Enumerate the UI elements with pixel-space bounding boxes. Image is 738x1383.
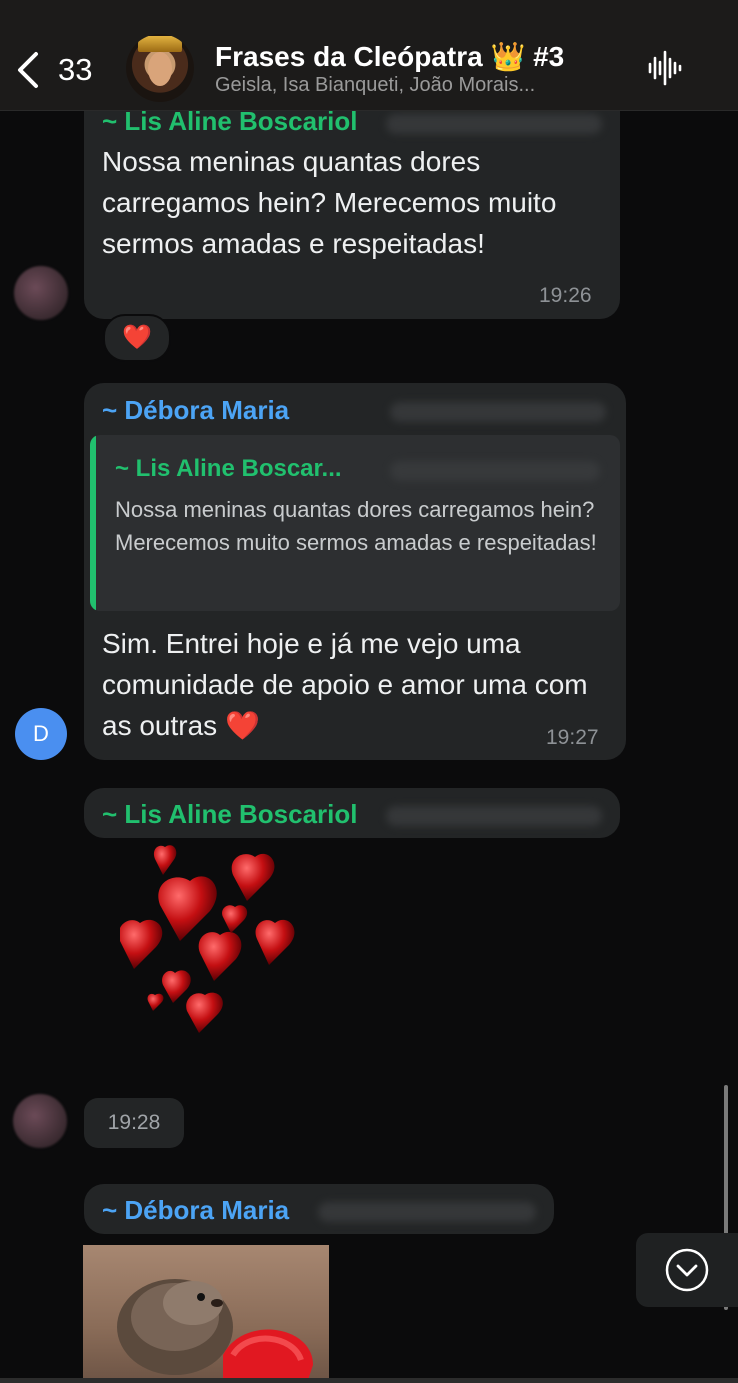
message-time: 19:27 [546,726,599,749]
group-title[interactable]: Frases da Cleópatra 👑 #3 [215,40,564,73]
phone-number-blurred [318,1202,536,1222]
bottom-edge [0,1378,738,1383]
group-avatar[interactable] [126,34,194,102]
sender-name[interactable]: ~ Débora Maria [102,1195,289,1226]
unread-count[interactable]: 33 [58,52,92,88]
message-text: Sim. Entrei hoje e já me vejo uma comuni… [102,628,588,741]
phone-number-blurred [390,461,600,481]
scroll-down-button[interactable] [636,1233,738,1307]
phone-number-blurred [390,402,606,422]
sender-avatar[interactable] [13,1094,67,1148]
hearts-sticker[interactable] [120,845,320,1045]
quoted-text: Nossa meninas quantas dores carregamos h… [115,497,597,555]
sender-avatar[interactable]: D [15,708,67,760]
back-button[interactable] [14,44,64,94]
heart-reaction-icon[interactable]: ❤️ [103,314,171,362]
message-text: Nossa meninas quantas dores carregamos h… [102,146,557,259]
voice-waveform-icon[interactable] [646,48,686,88]
otter-illustration [117,1279,313,1383]
phone-number-blurred [386,114,602,134]
message-time: 19:28 [84,1098,184,1148]
sender-name[interactable]: ~ Lis Aline Boscariol [102,799,358,830]
quoted-message[interactable]: ~ Lis Aline Boscar... Nossa meninas quan… [90,435,620,611]
phone-number-blurred [386,806,602,826]
otter-heart-image[interactable] [83,1245,329,1383]
message-time: 19:26 [539,284,592,307]
chat-header: 33 Frases da Cleópatra 👑 #3 Geisla, Isa … [0,0,738,111]
scroll-down-icon [665,1248,709,1292]
group-members[interactable]: Geisla, Isa Bianqueti, João Morais... [215,74,535,97]
quote-bar [90,435,96,611]
quoted-sender: ~ Lis Aline Boscar... [115,455,342,482]
back-chevron-icon [18,52,38,88]
sender-name[interactable]: ~ Débora Maria [102,395,289,426]
sender-avatar[interactable] [14,266,68,320]
